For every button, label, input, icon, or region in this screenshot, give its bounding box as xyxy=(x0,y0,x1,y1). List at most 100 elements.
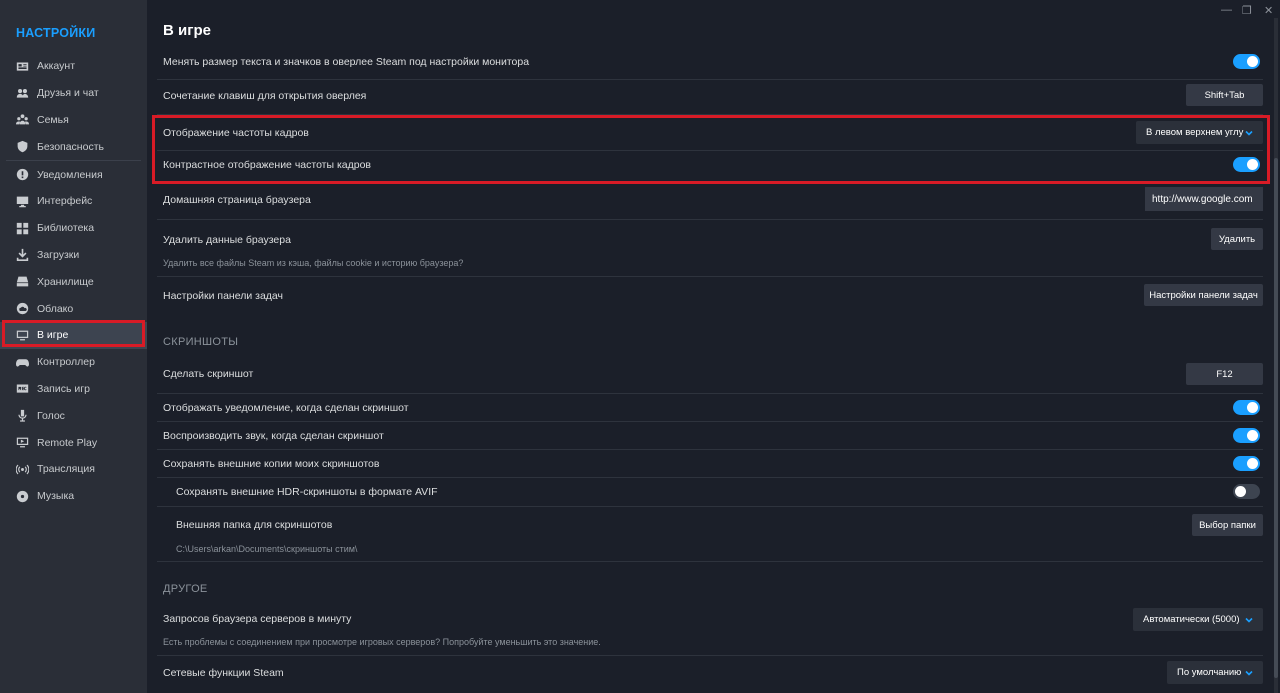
taskbar-settings-button[interactable]: Настройки панели задач xyxy=(1144,284,1263,306)
friends-icon xyxy=(16,87,29,100)
sidebar-item-label: Голос xyxy=(37,409,65,422)
server-requests-value: Автоматически (5000) xyxy=(1143,614,1240,625)
server-requests-label: Запросов браузера серверов в минуту xyxy=(163,613,352,625)
overlay-scale-toggle[interactable] xyxy=(1233,54,1260,69)
toggle-knob xyxy=(1247,430,1258,441)
ingame-icon xyxy=(16,329,29,342)
sidebar-item-storage[interactable]: Хранилище xyxy=(0,268,147,295)
toggle-knob xyxy=(1247,402,1258,413)
sidebar-item-label: Музыка xyxy=(37,490,75,503)
sidebar-item-label: Интерфейс xyxy=(37,195,93,208)
sidebar-item-label: Remote Play xyxy=(37,436,98,449)
family-icon xyxy=(16,113,29,126)
divider xyxy=(157,561,1263,562)
divider xyxy=(157,393,1263,394)
sidebar-item-label: Аккаунт xyxy=(37,60,76,73)
download-icon xyxy=(16,248,29,262)
sidebar-item-label: Трансляция xyxy=(37,463,95,476)
sidebar-item-recording[interactable]: Запись игр xyxy=(0,376,147,403)
fps-display-dropdown[interactable]: В левом верхнем углу xyxy=(1136,121,1263,144)
choose-folder-button[interactable]: Выбор папки xyxy=(1192,514,1263,536)
overlay-scale-label: Менять размер текста и значков в оверлее… xyxy=(163,56,530,68)
rec-icon xyxy=(16,382,29,395)
chevron-down-icon xyxy=(1245,616,1253,624)
sidebar-item-interface[interactable]: Интерфейс xyxy=(0,188,147,215)
sidebar-item-label: Друзья и чат xyxy=(37,87,99,100)
browser-delete-description: Удалить все файлы Steam из кэша, файлы c… xyxy=(163,258,464,268)
divider xyxy=(157,276,1263,277)
grid-icon xyxy=(16,222,29,235)
sidebar-item-library[interactable]: Библиотека xyxy=(0,215,147,242)
browser-delete-label: Удалить данные браузера xyxy=(163,234,291,246)
toggle-knob xyxy=(1247,159,1258,170)
sidebar-item-label: Запись игр xyxy=(37,382,90,395)
divider xyxy=(157,182,1263,183)
sidebar-item-account[interactable]: Аккаунт xyxy=(0,53,147,80)
sidebar-item-voice[interactable]: Голос xyxy=(0,402,147,429)
sidebar-item-label: Хранилище xyxy=(37,275,94,288)
sidebar-item-in-game[interactable]: В игре xyxy=(0,321,147,349)
divider xyxy=(157,114,1263,115)
divider xyxy=(157,506,1263,507)
sidebar-item-label: Безопасность xyxy=(37,140,104,153)
take-screenshot-label: Сделать скриншот xyxy=(163,368,254,380)
storage-icon xyxy=(16,275,29,288)
network-dropdown[interactable]: По умолчанию xyxy=(1167,661,1263,684)
hdr-avif-toggle[interactable] xyxy=(1233,484,1260,499)
divider xyxy=(157,421,1263,422)
sidebar-item-controller[interactable]: Контроллер xyxy=(0,349,147,376)
overlay-hotkey-label: Сочетание клавиш для открытия оверлея xyxy=(163,90,367,102)
sidebar-title: НАСТРОЙКИ xyxy=(16,26,96,40)
sidebar-item-remote-play[interactable]: Remote Play xyxy=(0,429,147,456)
sidebar-item-family[interactable]: Семья xyxy=(0,107,147,134)
remote-play-icon xyxy=(16,436,29,449)
divider xyxy=(157,150,1263,151)
browser-home-input[interactable]: http://www.google.com xyxy=(1145,187,1263,211)
sidebar-item-security[interactable]: Безопасность xyxy=(0,133,147,160)
taskbar-label: Настройки панели задач xyxy=(163,290,283,302)
screenshot-folder-path: C:\Users\arkan\Documents\скриншоты стим\ xyxy=(176,544,358,554)
scrollbar-thumb[interactable] xyxy=(1274,158,1278,678)
divider xyxy=(157,219,1263,220)
screenshot-sound-toggle[interactable] xyxy=(1233,428,1260,443)
sidebar-item-downloads[interactable]: Загрузки xyxy=(0,242,147,269)
network-value: По умолчанию xyxy=(1177,667,1242,678)
fps-display-value: В левом верхнем углу xyxy=(1146,127,1244,138)
screenshot-folder-label: Внешняя папка для скриншотов xyxy=(176,519,333,531)
page-title: В игре xyxy=(163,22,211,39)
sidebar-item-friends[interactable]: Друзья и чат xyxy=(0,80,147,107)
gamepad-icon xyxy=(16,356,29,369)
sidebar-item-cloud[interactable]: Облако xyxy=(0,295,147,322)
screenshots-section-heading: СКРИНШОТЫ xyxy=(163,336,239,348)
external-copies-label: Сохранять внешние копии моих скриншотов xyxy=(163,458,380,470)
sidebar-item-label: Облако xyxy=(37,302,74,315)
chevron-down-icon xyxy=(1245,129,1253,137)
overlay-hotkey-field[interactable]: Shift+Tab xyxy=(1186,84,1263,106)
alert-icon xyxy=(16,168,29,181)
server-requests-description: Есть проблемы с соединением при просмотр… xyxy=(163,637,601,647)
sidebar-item-label: Семья xyxy=(37,113,69,126)
settings-sidebar: НАСТРОЙКИ Аккаунт Друзья и чат Семья Без… xyxy=(0,0,147,693)
take-screenshot-key-field[interactable]: F12 xyxy=(1186,363,1263,385)
scrollbar[interactable] xyxy=(1274,18,1278,693)
browser-home-label: Домашняя страница браузера xyxy=(163,194,311,206)
browser-delete-button[interactable]: Удалить xyxy=(1211,228,1263,250)
broadcast-icon xyxy=(16,463,29,476)
sidebar-item-music[interactable]: Музыка xyxy=(0,483,147,510)
external-copies-toggle[interactable] xyxy=(1233,456,1260,471)
sidebar-item-label: В игре xyxy=(37,329,69,342)
screenshot-notify-label: Отображать уведомление, когда сделан скр… xyxy=(163,402,409,414)
fps-contrast-label: Контрастное отображение частоты кадров xyxy=(163,159,371,171)
screenshot-notify-toggle[interactable] xyxy=(1233,400,1260,415)
toggle-knob xyxy=(1235,486,1246,497)
divider xyxy=(157,655,1263,656)
sidebar-item-label: Библиотека xyxy=(37,222,95,235)
server-requests-dropdown[interactable]: Автоматически (5000) xyxy=(1133,608,1263,631)
sidebar-item-label: Контроллер xyxy=(37,356,95,369)
fps-contrast-toggle[interactable] xyxy=(1233,157,1260,172)
sidebar-item-broadcast[interactable]: Трансляция xyxy=(0,456,147,483)
toggle-knob xyxy=(1247,458,1258,469)
sidebar-item-notifications[interactable]: Уведомления xyxy=(0,161,147,188)
sidebar-item-label: Уведомления xyxy=(37,168,103,181)
music-icon xyxy=(16,490,29,503)
